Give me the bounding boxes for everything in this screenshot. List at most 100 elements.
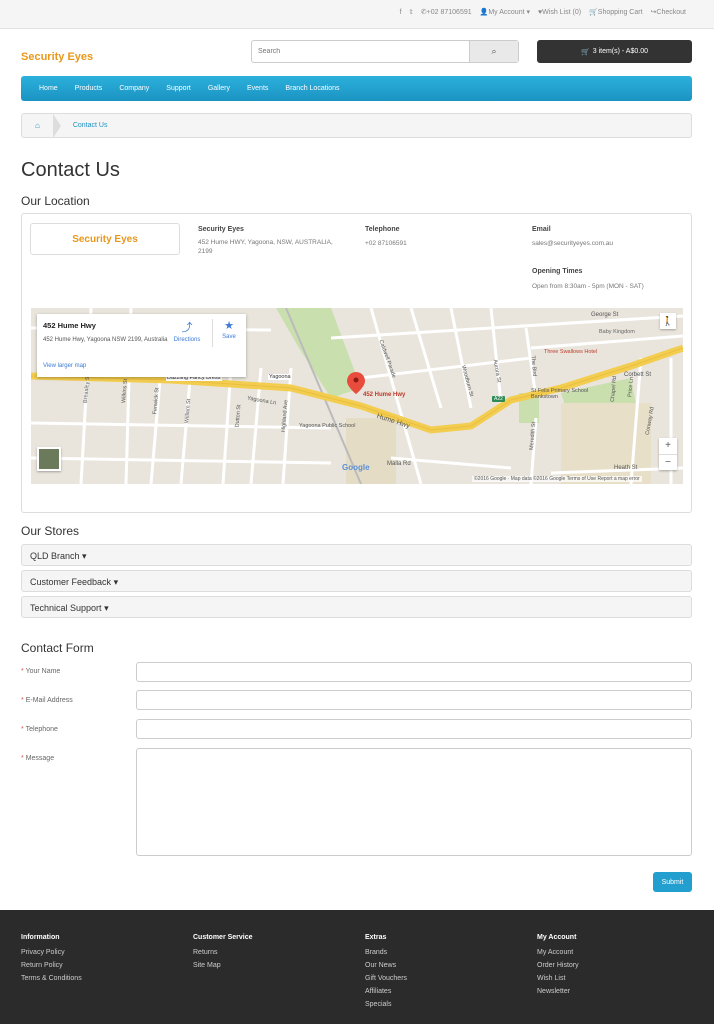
message-label: * Message: [21, 755, 55, 762]
shopping-cart-link[interactable]: 🛒Shopping Cart: [589, 8, 642, 16]
directions-icon: ⤴: [181, 322, 193, 334]
breadcrumb-contact-us[interactable]: Contact Us: [61, 122, 108, 129]
cart-icon: 🛒: [589, 9, 598, 16]
breadcrumb-separator: [52, 113, 61, 138]
map-card-title: 452 Hume Hwy: [43, 321, 96, 330]
footer-col-my-account: My Account My Account Order History Wish…: [537, 934, 579, 995]
map-label-baby-kingdom: Baby Kingdom: [599, 329, 635, 335]
footer-link[interactable]: My Account: [537, 949, 579, 956]
opening-times-value: Open from 8:30am - 5pm (MON - SAT): [532, 283, 644, 290]
zoom-in-icon[interactable]: +: [659, 438, 677, 454]
map-label-malla-rd: Malla Rd: [387, 461, 411, 467]
map-label-yagoona: Yagoona: [268, 374, 292, 380]
footer-link[interactable]: Wish List: [537, 975, 579, 982]
wishlist-link[interactable]: ♥Wish List (0): [538, 9, 581, 16]
store-address: 452 Hume HWY, Yagoona, NSW, AUSTRALIA, 2…: [198, 239, 333, 255]
home-icon[interactable]: ⌂: [22, 121, 53, 130]
nav-company[interactable]: Company: [119, 85, 149, 92]
submit-button[interactable]: Submit: [653, 872, 692, 892]
footer-link[interactable]: Terms & Conditions: [21, 975, 82, 982]
street-view-pegman-icon[interactable]: 🚶: [660, 313, 676, 329]
accordion-technical-support[interactable]: Technical Support ▾: [21, 596, 692, 618]
email-label: Email: [532, 226, 551, 233]
location-heading: Our Location: [21, 194, 90, 208]
search-icon: ⌕: [491, 46, 497, 56]
nav-gallery[interactable]: Gallery: [208, 85, 230, 92]
footer-col-customer-service: Customer Service Returns Site Map: [193, 934, 253, 969]
nav-events[interactable]: Events: [247, 85, 268, 92]
map-attribution[interactable]: ©2016 Google · Map data ©2016 Google Ter…: [472, 476, 642, 482]
footer-link[interactable]: Returns: [193, 949, 253, 956]
email-value[interactable]: sales@securityeyes.com.au: [532, 239, 613, 248]
save-button[interactable]: ★ Save: [217, 319, 241, 340]
footer-link[interactable]: Order History: [537, 962, 579, 969]
message-textarea[interactable]: [136, 748, 692, 856]
top-bar: f 𝕥 ✆+02 87106591 👤My Account ▾ ♥Wish Li…: [0, 0, 714, 29]
name-input[interactable]: [136, 662, 692, 682]
caret-down-icon: ▾: [104, 603, 109, 613]
footer-link[interactable]: Brands: [365, 949, 407, 956]
footer-link[interactable]: Newsletter: [537, 988, 579, 995]
accordion-qld-branch[interactable]: QLD Branch ▾: [21, 544, 692, 566]
map-info-card: 452 Hume Hwy 452 Hume Hwy, Yagoona NSW 2…: [37, 314, 246, 377]
card-divider: [212, 319, 213, 347]
caret-down-icon: ▾: [113, 577, 119, 587]
name-label: * Your Name: [21, 668, 61, 675]
map-label-three-swallows: Three Swallows Hotel: [544, 349, 598, 355]
map-hume-shield: A22: [492, 396, 505, 402]
footer-link[interactable]: Return Policy: [21, 962, 82, 969]
star-icon: ★: [224, 320, 234, 332]
opening-times-label: Opening Times: [532, 268, 583, 275]
footer-link[interactable]: Site Map: [193, 962, 253, 969]
footer-link[interactable]: Gift Vouchers: [365, 975, 407, 982]
footer-col-extras: Extras Brands Our News Gift Vouchers Aff…: [365, 934, 408, 1008]
nav-branch-locations[interactable]: Branch Locations: [285, 85, 339, 92]
store-name: Security Eyes: [198, 226, 244, 233]
telephone-input[interactable]: [136, 719, 692, 739]
page-title: Contact Us: [21, 159, 120, 181]
zoom-out-icon[interactable]: −: [659, 453, 677, 471]
stores-heading: Our Stores: [21, 524, 80, 538]
accordion-customer-feedback[interactable]: Customer Feedback ▾: [21, 570, 692, 592]
site-logo[interactable]: Security Eyes: [21, 51, 93, 63]
map-label-yagoona-school: Yagoona Public School: [299, 423, 356, 429]
search-button[interactable]: ⌕: [469, 41, 518, 62]
email-label-form: * E-Mail Address: [21, 697, 73, 704]
store-logo: Security Eyes: [30, 223, 180, 255]
footer: Information Privacy Policy Return Policy…: [0, 910, 714, 1024]
telephone-label-form: * Telephone: [21, 726, 58, 733]
nav-products[interactable]: Products: [75, 85, 103, 92]
telephone-value: +02 87106591: [365, 240, 407, 247]
nav-home[interactable]: Home: [39, 85, 58, 92]
cart-button[interactable]: 🛒 3 item(s) - A$0.00: [537, 40, 692, 63]
top-links: f 𝕥 ✆+02 87106591 👤My Account ▾ ♥Wish Li…: [400, 8, 686, 17]
map-label-george-st: George St: [591, 312, 619, 318]
satellite-toggle[interactable]: [37, 447, 61, 471]
map-marker-label: 452 Hume Hwy: [363, 392, 406, 398]
caret-down-icon: ▾: [82, 551, 87, 561]
contact-form-heading: Contact Form: [21, 641, 94, 655]
map-card-address: 452 Hume Hwy, Yagoona NSW 2199, Australi…: [43, 337, 168, 343]
telephone-label: Telephone: [365, 226, 400, 233]
search-input[interactable]: [252, 41, 469, 62]
footer-link[interactable]: Specials: [365, 1001, 407, 1008]
directions-button[interactable]: ⤴ Directions: [171, 319, 203, 343]
zoom-controls: + −: [659, 438, 677, 470]
twitter-icon[interactable]: 𝕥: [410, 8, 413, 16]
email-input[interactable]: [136, 690, 692, 710]
my-account-link[interactable]: 👤My Account ▾: [480, 8, 530, 16]
map-label-heath-st: Heath St: [614, 465, 638, 471]
cart-icon: 🛒: [581, 48, 590, 56]
nav-support[interactable]: Support: [166, 85, 191, 92]
phone-link[interactable]: ✆+02 87106591: [421, 8, 472, 16]
footer-link[interactable]: Privacy Policy: [21, 949, 82, 956]
footer-link[interactable]: Our News: [365, 962, 407, 969]
breadcrumb: ⌂ Contact Us: [21, 113, 692, 138]
main-nav: Home Products Company Support Gallery Ev…: [21, 76, 692, 101]
facebook-icon[interactable]: f: [400, 9, 402, 16]
view-larger-map-link[interactable]: View larger map: [43, 363, 86, 369]
footer-link[interactable]: Affiliates: [365, 988, 407, 995]
footer-col-information: Information Privacy Policy Return Policy…: [21, 934, 82, 982]
google-logo: Google: [342, 463, 370, 472]
checkout-link[interactable]: ↪Checkout: [651, 8, 686, 16]
